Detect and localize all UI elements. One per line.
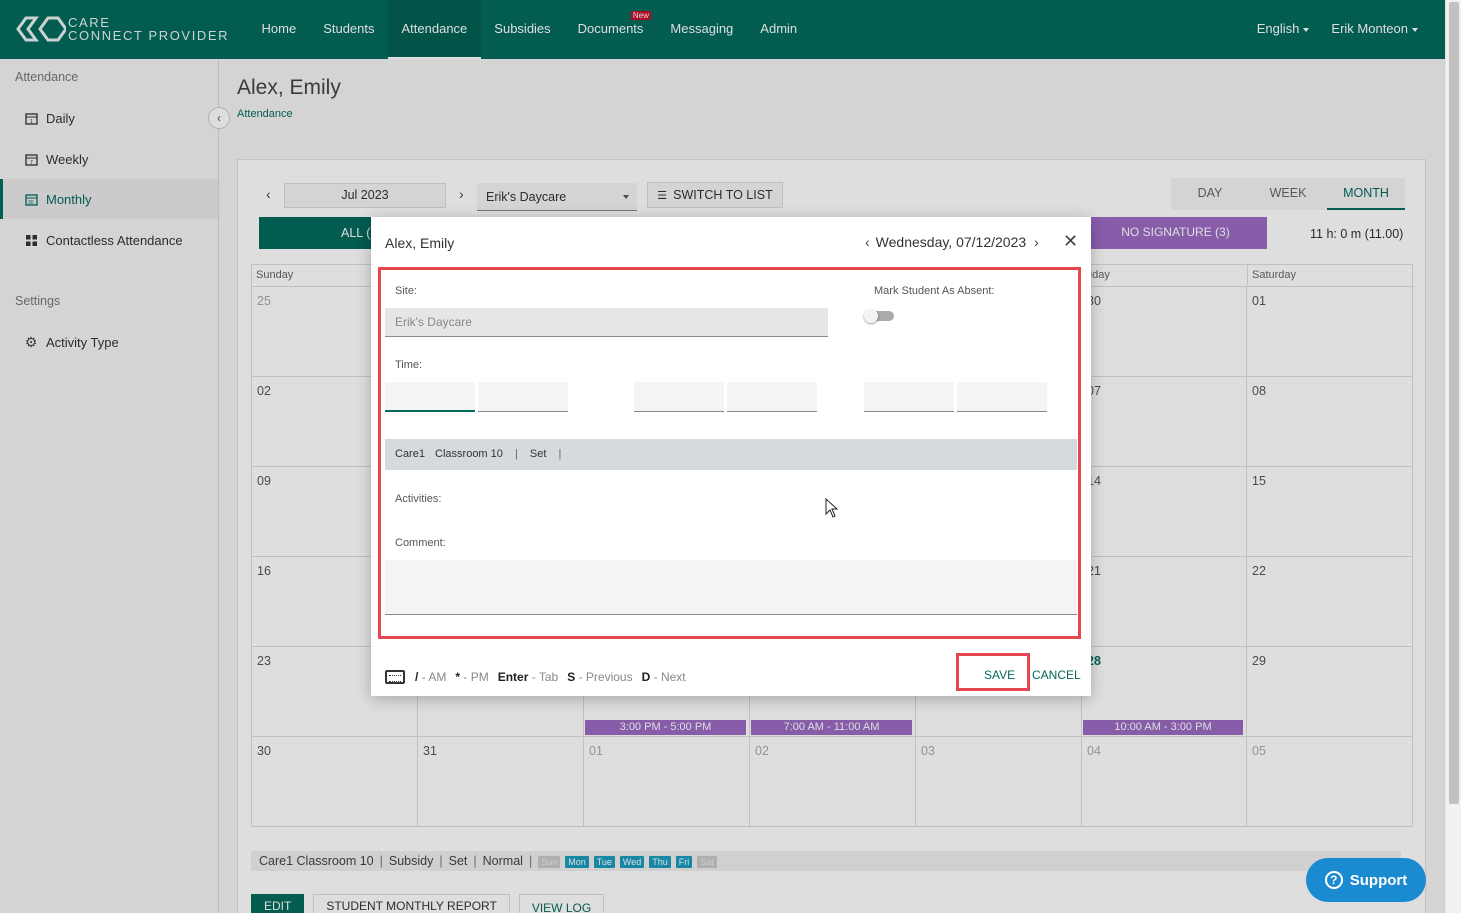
cancel-button[interactable]: CANCEL [1032,668,1081,682]
time-in-hour-input[interactable] [385,382,475,412]
time-total-minute-input[interactable] [957,382,1047,412]
shortcut-previous: S - Previous [567,670,633,684]
time-total-hour-input[interactable] [864,382,954,412]
dialog-student-name: Alex, Emily [385,235,455,251]
mouse-cursor-icon [825,498,839,518]
time-label: Time: [395,359,423,371]
comment-input[interactable] [385,560,1077,615]
comment-label: Comment: [395,537,446,549]
time-in-minute-input[interactable] [478,382,568,412]
save-button[interactable]: SAVE [984,668,1015,682]
shortcut-pm: * - PM [455,670,489,684]
page-scrollbar[interactable] [1445,0,1461,913]
classroom-bar: Care1 Classroom 10 | Set | [385,439,1077,470]
keyboard-shortcuts: / - AM * - PM Enter - Tab S - Previous D… [385,670,695,684]
class-site: Care1 [395,448,425,460]
class-room: Classroom 10 [435,448,503,460]
support-label: Support [1349,871,1408,889]
next-day-button[interactable]: › [1026,234,1045,250]
shortcut-next: D - Next [641,670,686,684]
dialog-date: Wednesday, 07/12/2023 [875,234,1027,250]
absent-label: Mark Student As Absent: [874,285,995,297]
scrollbar-thumb[interactable] [1449,2,1459,804]
absent-toggle[interactable] [864,309,894,323]
activities-label: Activities: [395,493,442,505]
shortcut-tab: Enter - Tab [497,670,559,684]
dialog-date-nav: ‹ Wednesday, 07/12/2023 › [859,234,1045,250]
time-out-hour-input[interactable] [634,382,724,412]
help-icon: ? [1324,871,1343,889]
keyboard-icon [385,670,405,684]
close-icon[interactable]: ✕ [1063,231,1078,252]
attendance-edit-dialog: Alex, Emily ‹ Wednesday, 07/12/2023 › ✕ … [371,217,1091,696]
prev-day-button[interactable]: ‹ [859,234,876,250]
time-out-minute-input[interactable] [727,382,817,412]
site-label: Site: [395,285,418,297]
site-field: Erik's Daycare [385,308,828,337]
support-button[interactable]: ? Support [1306,858,1426,902]
class-set: Set [529,448,547,460]
shortcut-am: / - AM [415,670,447,684]
